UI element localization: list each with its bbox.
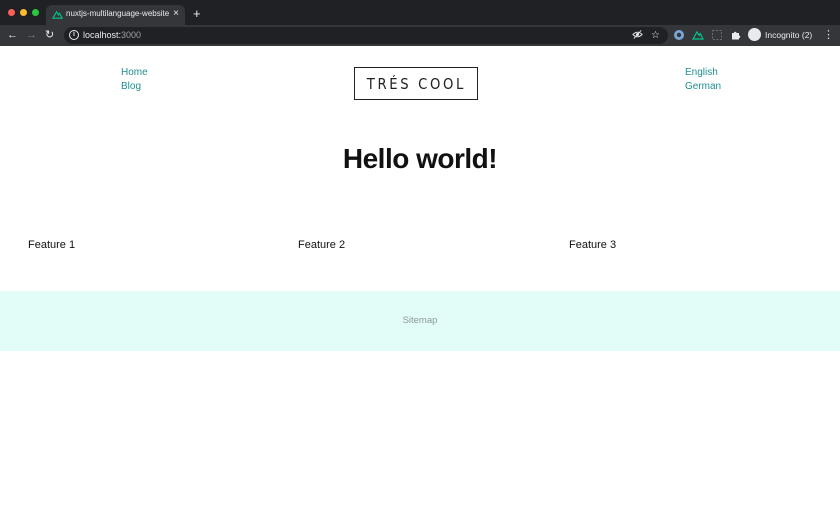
- browser-toolbar: ← → ↻ i localhost:3000 ☆ Incognito (2) ⋮: [0, 25, 840, 46]
- lang-german-link[interactable]: German: [685, 81, 721, 92]
- feature-item: Feature 3: [569, 239, 617, 251]
- maximize-window-button[interactable]: [32, 9, 39, 16]
- logo-text: TRÉS COOL: [366, 74, 466, 93]
- incognito-avatar[interactable]: [748, 28, 761, 41]
- reload-icon[interactable]: ↻: [45, 28, 54, 42]
- sitemap-link[interactable]: Sitemap: [0, 315, 840, 326]
- back-icon[interactable]: ←: [7, 28, 18, 42]
- url-host: localhost:: [83, 30, 122, 40]
- browser-tab[interactable]: nuxtjs-multilanguage-website ×: [46, 5, 185, 25]
- footer: Sitemap: [0, 291, 840, 351]
- feature-item: Feature 1: [28, 239, 76, 251]
- address-bar[interactable]: i localhost:3000 ☆: [64, 27, 668, 44]
- feature-item: Feature 2: [298, 239, 346, 251]
- browser-tab-bar: nuxtjs-multilanguage-website × +: [0, 0, 840, 25]
- extension-icon[interactable]: [673, 29, 685, 41]
- nuxt-extension-icon[interactable]: [692, 29, 704, 41]
- minimize-window-button[interactable]: [20, 9, 27, 16]
- url-text[interactable]: localhost:3000: [83, 30, 141, 40]
- forward-icon[interactable]: →: [26, 28, 37, 42]
- tab-close-icon[interactable]: ×: [173, 8, 179, 20]
- puzzle-icon[interactable]: [730, 29, 742, 41]
- capture-extension-icon[interactable]: [711, 29, 723, 41]
- close-window-button[interactable]: [8, 9, 15, 16]
- nav-home-link[interactable]: Home: [121, 67, 148, 78]
- site-logo[interactable]: TRÉS COOL: [354, 67, 478, 100]
- nav-blog-link[interactable]: Blog: [121, 81, 141, 92]
- menu-icon[interactable]: ⋮: [823, 28, 834, 42]
- eye-off-icon[interactable]: [632, 29, 643, 40]
- lang-english-link[interactable]: English: [685, 67, 718, 78]
- new-tab-button[interactable]: +: [193, 7, 201, 20]
- info-icon[interactable]: i: [69, 30, 79, 40]
- profile-label[interactable]: Incognito (2): [765, 30, 812, 40]
- nuxt-favicon-icon: [52, 10, 63, 19]
- tab-title: nuxtjs-multilanguage-website: [66, 9, 170, 18]
- url-port: 3000: [121, 30, 142, 40]
- star-icon[interactable]: ☆: [651, 29, 660, 42]
- hero-title: Hello world!: [342, 143, 498, 174]
